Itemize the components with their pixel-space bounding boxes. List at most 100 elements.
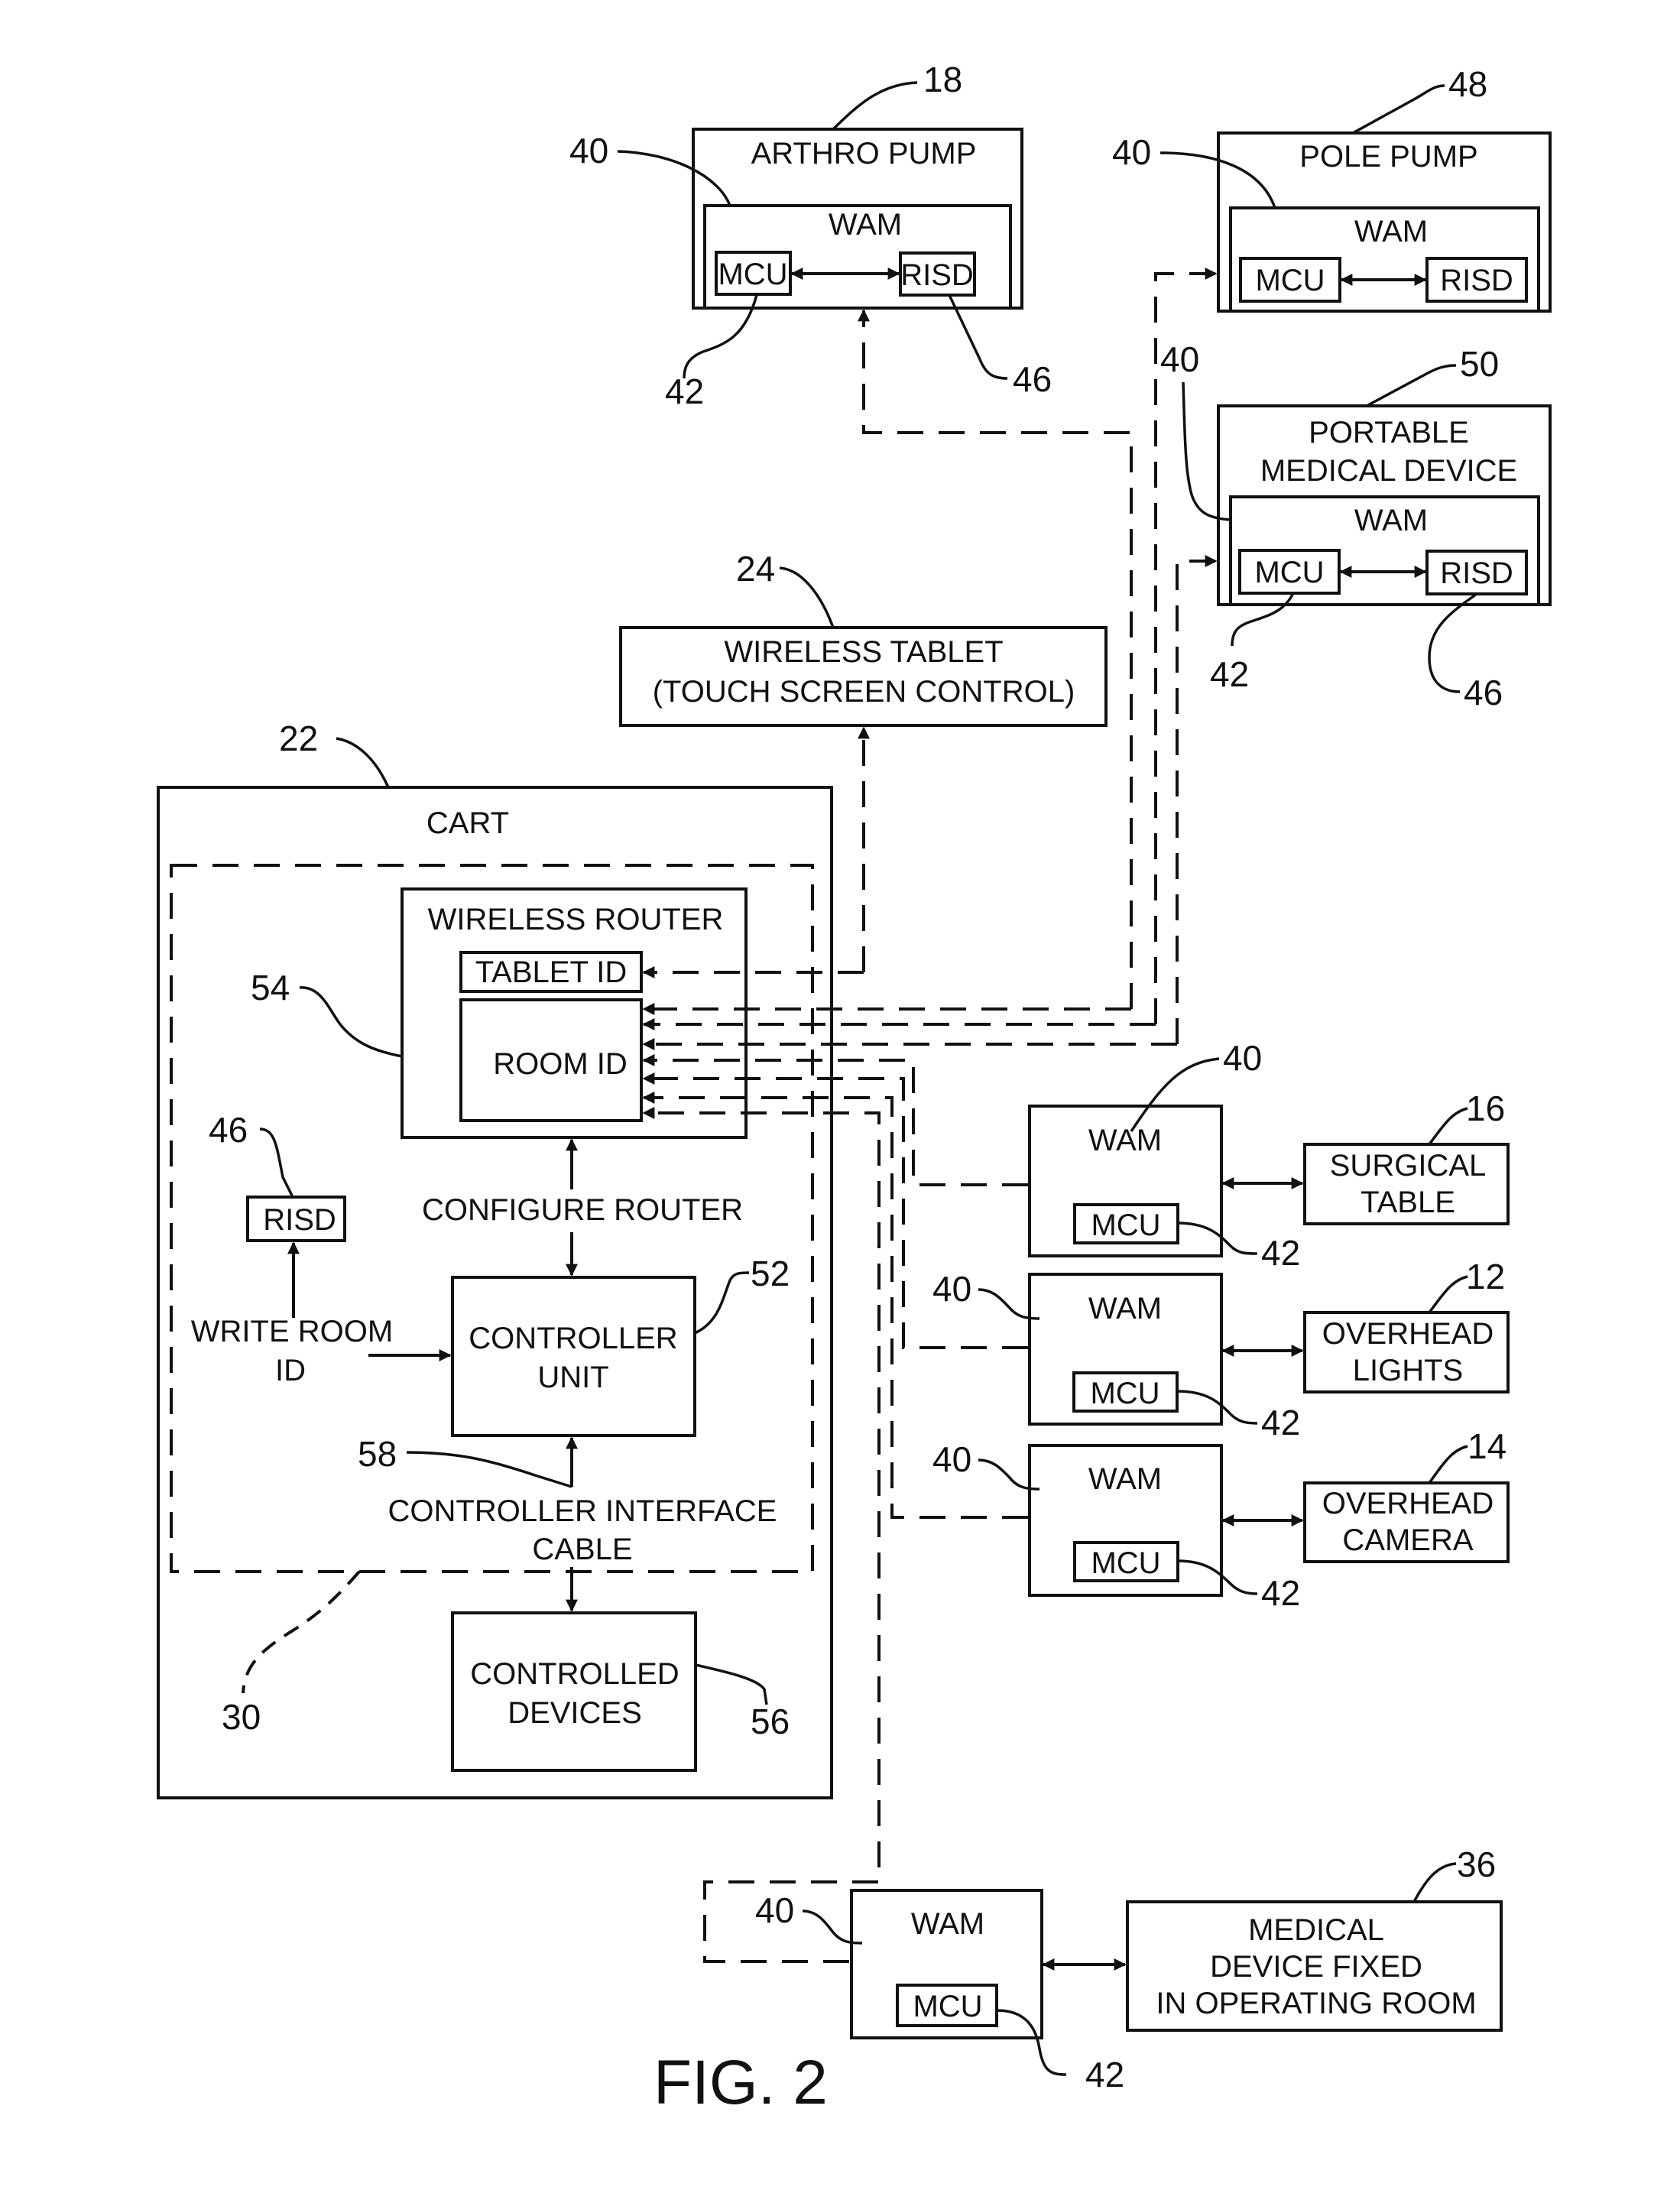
controller-unit-line2: UNIT bbox=[537, 1361, 608, 1394]
cart-title: CART bbox=[426, 806, 509, 840]
wireless-links bbox=[642, 268, 1218, 1963]
arthro-pump-title: ARTHRO PUMP bbox=[751, 137, 977, 170]
controlled-devices-line2: DEVICES bbox=[508, 1696, 642, 1730]
portable-device-title-2: MEDICAL DEVICE bbox=[1260, 454, 1517, 488]
leader-14 bbox=[1428, 1445, 1468, 1484]
figure-label: FIG. 2 bbox=[654, 2048, 828, 2117]
overhead-lights-line1: OVERHEAD bbox=[1322, 1317, 1494, 1351]
ref-46-portable: 46 bbox=[1464, 673, 1503, 712]
room-id-label: ROOM ID bbox=[493, 1047, 628, 1081]
leader-22 bbox=[336, 737, 390, 788]
wam-camera-label: WAM bbox=[1088, 1462, 1162, 1496]
wireless-tablet-block: WIRELESS TABLET (TOUCH SCREEN CONTROL) 2… bbox=[619, 549, 1108, 727]
portable-mcu-label: MCU bbox=[1254, 556, 1324, 589]
pole-pump-title: POLE PUMP bbox=[1299, 140, 1477, 174]
fig2-diagram: ARTHRO PUMP WAM MCU RISD 18 40 42 46 POL… bbox=[157, 60, 1552, 2117]
leader-52 bbox=[694, 1271, 750, 1335]
wireless-router-block: WIRELESS ROUTER TABLET ID ROOM ID 54 bbox=[251, 887, 748, 1139]
ref-12: 12 bbox=[1466, 1257, 1505, 1296]
ref-52: 52 bbox=[751, 1254, 790, 1293]
arthro-risd-label: RISD bbox=[900, 258, 974, 292]
link-pole-pump bbox=[1154, 268, 1218, 1024]
cart-risd-label: RISD bbox=[263, 1203, 336, 1237]
pole-mcu-label: MCU bbox=[1255, 264, 1325, 297]
ref-24: 24 bbox=[736, 549, 775, 589]
leader-48 bbox=[1352, 84, 1445, 135]
leader-50 bbox=[1366, 364, 1457, 407]
ref-40-camera: 40 bbox=[932, 1439, 971, 1479]
surgical-table-line2: TABLE bbox=[1361, 1186, 1455, 1219]
arthro-wam-label: WAM bbox=[829, 208, 902, 242]
leader-40-portable bbox=[1182, 381, 1231, 521]
surgical-table-block: SURGICAL TABLE 16 bbox=[1303, 1089, 1510, 1225]
portable-device-title-1: PORTABLE bbox=[1309, 416, 1469, 449]
ref-50: 50 bbox=[1460, 344, 1499, 384]
wam-fixed-mcu-label: MCU bbox=[913, 1990, 982, 2023]
ref-42-lights: 42 bbox=[1261, 1403, 1300, 1442]
write-room-id-line1: WRITE ROOM bbox=[191, 1315, 393, 1348]
controlled-devices-line1: CONTROLLED bbox=[470, 1657, 679, 1691]
ref-18: 18 bbox=[923, 60, 962, 99]
leader-42-fixed bbox=[996, 2009, 1067, 2076]
pole-risd-label: RISD bbox=[1440, 264, 1513, 297]
leader-42-surgical bbox=[1177, 1222, 1258, 1255]
fixed-device-line3: IN OPERATING ROOM bbox=[1156, 1987, 1476, 2020]
ref-40-pole: 40 bbox=[1112, 132, 1151, 172]
ref-30: 30 bbox=[222, 1697, 261, 1737]
controller-unit-line1: CONTROLLER bbox=[469, 1322, 677, 1355]
overhead-lights-block: OVERHEAD LIGHTS 12 bbox=[1303, 1257, 1510, 1393]
arthro-pump-block: ARTHRO PUMP WAM MCU RISD 18 40 42 46 bbox=[569, 60, 1052, 411]
cart-box bbox=[157, 786, 833, 1799]
fixed-device-line2: DEVICE FIXED bbox=[1210, 1950, 1422, 1984]
overhead-lights-line2: LIGHTS bbox=[1353, 1354, 1463, 1387]
ref-40-fixed: 40 bbox=[755, 1890, 794, 1930]
ref-36: 36 bbox=[1457, 1844, 1496, 1884]
wam-lights-mcu-label: MCU bbox=[1090, 1377, 1159, 1410]
wireless-router-title: WIRELESS ROUTER bbox=[428, 903, 724, 936]
pole-pump-block: POLE PUMP WAM MCU RISD 48 40 bbox=[1112, 64, 1552, 313]
overhead-camera-line2: CAMERA bbox=[1342, 1523, 1473, 1557]
link-portable-device bbox=[1176, 555, 1218, 1044]
fixed-device-line1: MEDICAL bbox=[1248, 1913, 1384, 1947]
wam-lights-block: WAM MCU 40 42 bbox=[932, 1269, 1304, 1442]
wam-surgical-mcu-label: MCU bbox=[1091, 1209, 1160, 1242]
surgical-table-line1: SURGICAL bbox=[1330, 1149, 1487, 1183]
portable-device-block: PORTABLE MEDICAL DEVICE WAM MCU RISD 50 … bbox=[1160, 339, 1552, 712]
controller-unit-box bbox=[451, 1276, 696, 1437]
ref-22: 22 bbox=[279, 719, 318, 758]
ref-42-fixed: 42 bbox=[1085, 2055, 1124, 2094]
ref-16: 16 bbox=[1466, 1089, 1505, 1128]
leader-54 bbox=[299, 986, 403, 1058]
ref-56: 56 bbox=[751, 1702, 790, 1741]
ref-42-portable: 42 bbox=[1210, 654, 1249, 694]
ref-40-lights: 40 bbox=[932, 1269, 971, 1309]
link-wam-fixed bbox=[642, 1107, 881, 1963]
wam-surgical-label: WAM bbox=[1088, 1124, 1162, 1157]
leader-56 bbox=[695, 1663, 768, 1705]
ref-54: 54 bbox=[251, 968, 290, 1007]
leader-46-cart bbox=[259, 1127, 294, 1198]
wam-camera-mcu-label: MCU bbox=[1091, 1546, 1160, 1580]
wam-lights-label: WAM bbox=[1088, 1292, 1162, 1325]
leader-36 bbox=[1412, 1862, 1457, 1903]
leader-40-arthro bbox=[617, 150, 731, 206]
ref-48: 48 bbox=[1448, 64, 1487, 104]
controlled-devices-box bbox=[451, 1611, 697, 1772]
wam-fixed-label: WAM bbox=[911, 1907, 984, 1941]
wam-camera-block: WAM MCU 40 42 bbox=[932, 1439, 1304, 1613]
overhead-camera-block: OVERHEAD CAMERA 14 bbox=[1303, 1426, 1510, 1563]
leader-58 bbox=[406, 1451, 572, 1488]
leader-30 bbox=[242, 1570, 361, 1694]
fixed-device-block: MEDICAL DEVICE FIXED IN OPERATING ROOM 3… bbox=[1126, 1844, 1503, 2032]
controller-cable-line1: CONTROLLER INTERFACE bbox=[388, 1494, 777, 1528]
tablet-id-label: TABLET ID bbox=[475, 955, 628, 989]
configure-router-label: CONFIGURE ROUTER bbox=[422, 1193, 743, 1227]
ref-40-arthro: 40 bbox=[569, 131, 608, 170]
ref-14: 14 bbox=[1468, 1426, 1506, 1466]
leader-16 bbox=[1428, 1107, 1468, 1146]
leader-40-fixed bbox=[802, 1909, 863, 1945]
leader-24 bbox=[779, 566, 835, 628]
leader-42-portable bbox=[1231, 592, 1295, 647]
ref-40-surgical: 40 bbox=[1223, 1038, 1262, 1078]
portable-wam-label: WAM bbox=[1354, 504, 1428, 537]
